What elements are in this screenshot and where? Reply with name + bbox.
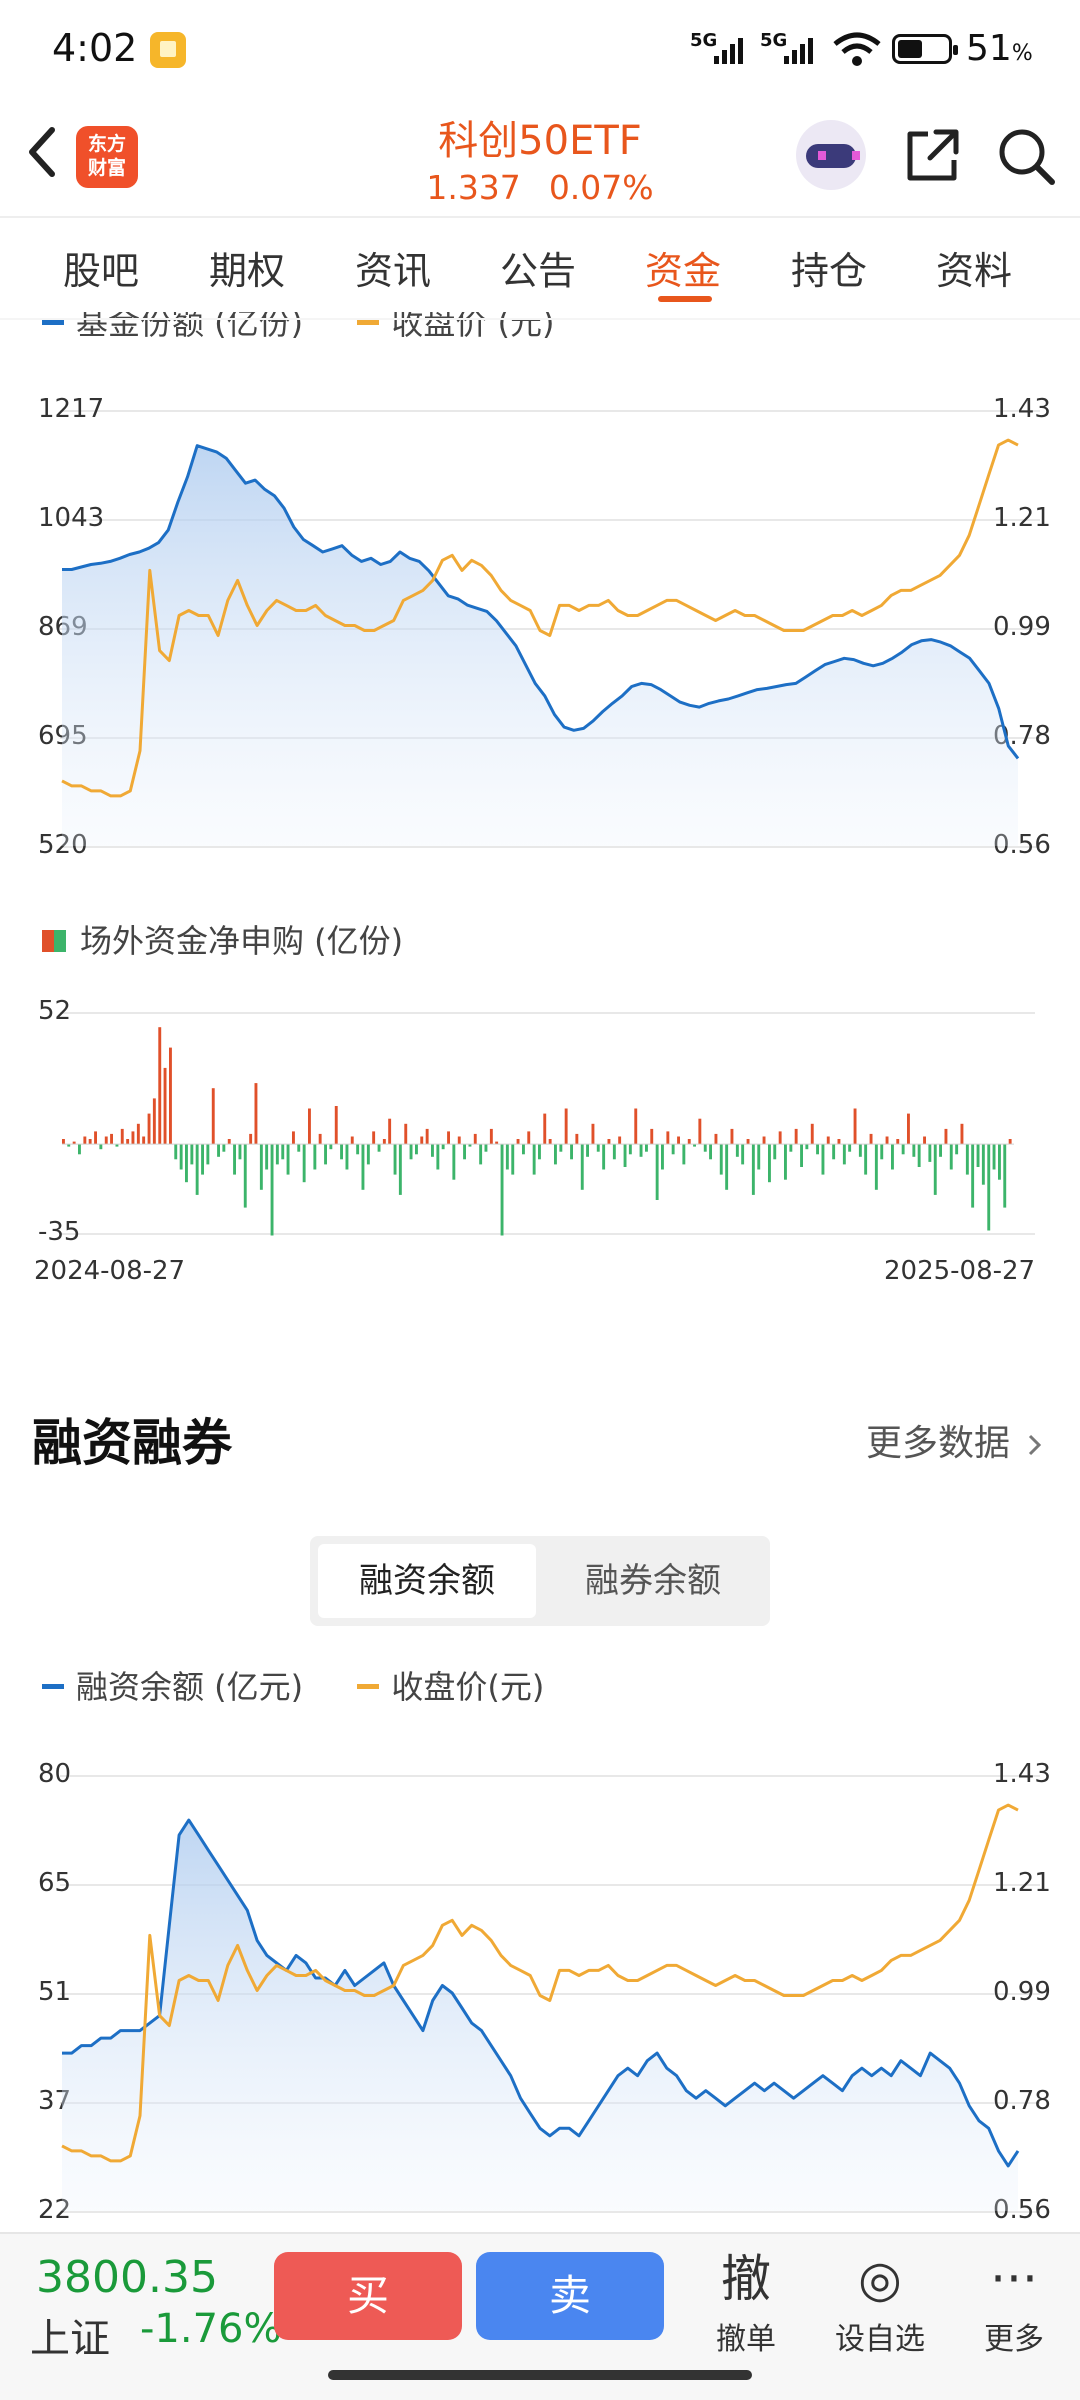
- sell-button[interactable]: 卖: [476, 2252, 664, 2340]
- cancel-order-label: 撤单: [716, 2322, 776, 2357]
- cancel-order-button[interactable]: 撤 撤单: [686, 2248, 806, 2358]
- more-label: 更多: [984, 2322, 1044, 2357]
- financing-balance-plot: [61, 1803, 1020, 2211]
- index-name[interactable]: 上证: [30, 2306, 110, 2364]
- add-watchlist-button[interactable]: ◎ 设自选: [820, 2248, 940, 2358]
- index-value[interactable]: 3800.35: [36, 2252, 218, 2303]
- more-button[interactable]: ··· 更多: [954, 2248, 1074, 2358]
- page: 4:02 5G 5G 51% 东方 财富 科创50ETF 1.3370.07%: [0, 0, 1080, 2400]
- add-watchlist-icon: ◎: [858, 2250, 902, 2308]
- buy-button[interactable]: 买: [274, 2252, 462, 2340]
- cancel-order-icon: 撤: [721, 2250, 771, 2308]
- more-icon: ···: [990, 2250, 1038, 2308]
- series-area-fill: [62, 1820, 1018, 2211]
- index-change[interactable]: -1.76%: [140, 2306, 282, 2352]
- home-indicator: [328, 2370, 752, 2380]
- add-watchlist-label: 设自选: [835, 2322, 925, 2357]
